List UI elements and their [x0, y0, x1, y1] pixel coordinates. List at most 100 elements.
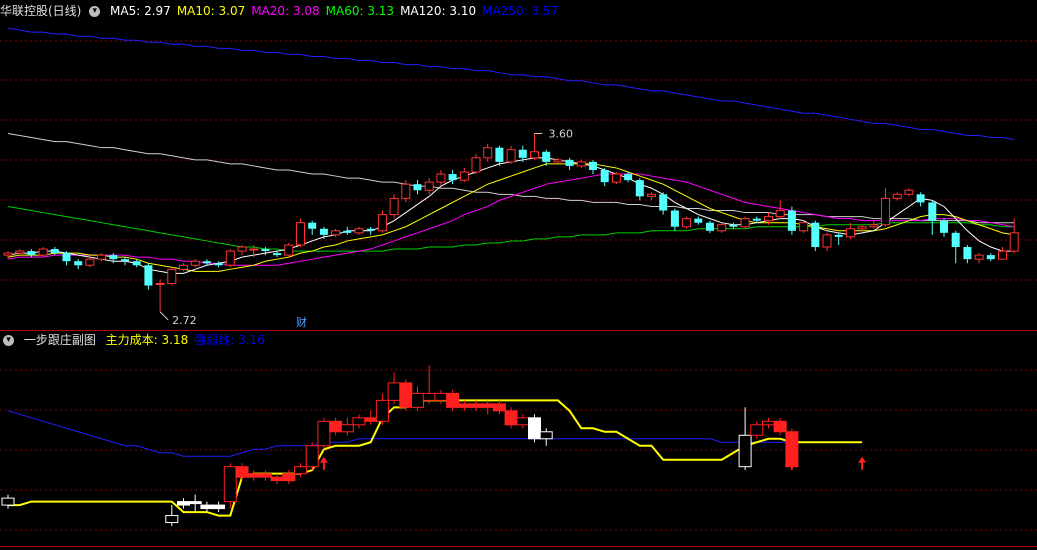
sub-candle-body [446, 392, 460, 408]
candle-body-up [483, 147, 493, 159]
sub-candle-body [375, 399, 389, 422]
candle-body-up [553, 159, 563, 163]
candle-body-down [109, 255, 118, 260]
sub-candle-body [434, 392, 448, 401]
candle-body-down [319, 228, 328, 235]
sub-candle-body [329, 420, 343, 433]
sub-candle-body [399, 382, 413, 408]
candle-body-down [273, 253, 282, 256]
candle-body-down [202, 261, 211, 264]
sub-candle-body [294, 466, 307, 475]
sub-candle-body [352, 417, 366, 426]
candle-body-down [729, 224, 738, 227]
candle-body-up [459, 171, 469, 181]
sub-candle-body [387, 382, 401, 401]
sub-candle-body [504, 410, 518, 426]
candle-body-down [787, 210, 796, 231]
candle-body-down [834, 234, 843, 237]
sub-candle-body [422, 392, 436, 401]
candle-body-down [413, 184, 422, 191]
sub-candle-body [411, 392, 424, 408]
sub-candle-body [200, 504, 214, 510]
sub-candle-body [223, 466, 237, 503]
candle-body-up [845, 228, 855, 238]
candle-body-up [775, 210, 785, 218]
candle-body-up [682, 218, 692, 228]
kline-chart[interactable]: 3.60 2.72 财 [0, 0, 1037, 550]
candle-body-up [530, 151, 539, 159]
low-price-label: 2.72 [172, 314, 197, 327]
sub-candle-body [317, 420, 331, 447]
sub-candle-body [270, 476, 284, 482]
sub-candle-body [188, 501, 202, 505]
candle-body-up [717, 224, 727, 232]
candle-body-down [132, 261, 141, 266]
sub-candle-body [773, 420, 787, 433]
finance-marker: 财 [296, 315, 307, 329]
candle-body-down [670, 210, 679, 227]
candle-body-down [706, 222, 714, 231]
candle-body-down [940, 220, 948, 233]
candle-body-up [998, 250, 1007, 260]
candle-body-down [121, 259, 129, 262]
candle-body-up [576, 161, 586, 167]
candle-body-up [296, 222, 305, 246]
candle-body-down [542, 151, 551, 162]
candle-body-up [506, 149, 516, 163]
candle-body-up [647, 193, 656, 197]
candle-body-down [495, 147, 504, 162]
sub-candle-body [340, 424, 354, 433]
sub-candle-body [481, 403, 495, 408]
buy-arrow-icon [319, 456, 328, 463]
candle-body-down [986, 255, 995, 260]
sub-candle-body [528, 417, 541, 440]
candle-body-down [144, 265, 153, 286]
candle-body-up [354, 228, 364, 234]
candle-body-down [928, 202, 937, 221]
candle-body-up [611, 173, 621, 183]
candle-body-up [857, 226, 867, 230]
candle-body-down [811, 222, 820, 248]
candle-body-down [448, 174, 457, 181]
candle-body-up [237, 246, 247, 252]
candle-body-up [167, 268, 177, 285]
sub-candle-body [457, 403, 471, 408]
sub-candle-body [235, 466, 249, 478]
sub-candle-body [282, 473, 296, 482]
sub-candle-body [539, 431, 553, 440]
candle-body-down [589, 161, 597, 170]
candle-body-up [424, 181, 434, 191]
candle-body-up [740, 218, 750, 228]
buy-arrow-icon [858, 456, 867, 463]
candle-body-up [179, 264, 188, 270]
candle-body-up [881, 197, 890, 226]
sub-candle-body [305, 445, 319, 468]
candle-body-down [951, 232, 960, 248]
candle-body-up [38, 248, 48, 256]
candle-body-up [869, 224, 879, 228]
candle-body-up [436, 173, 446, 183]
candle-body-up [764, 216, 773, 222]
candle-body-down [74, 261, 83, 266]
candle-body-down [518, 149, 527, 158]
candle-body-up [225, 250, 235, 266]
candle-body-down [214, 263, 223, 266]
candle-body-down [62, 253, 71, 262]
sub-candle-body [364, 417, 378, 422]
candle-body-up [904, 189, 914, 195]
sub-candle-body [247, 473, 261, 478]
candle-body-up [401, 183, 411, 199]
candle-body-down [343, 230, 352, 233]
candle-body-down [635, 180, 644, 197]
sub-candle-body [762, 420, 775, 426]
sub-candle-body [212, 504, 226, 510]
candle-body-down [752, 218, 761, 221]
candle-body-up [155, 283, 165, 286]
high-price-label: 3.60 [549, 127, 574, 140]
sub-candle-body [165, 515, 179, 524]
sub-candle-body [492, 403, 506, 412]
candle-body-up [3, 252, 13, 256]
ma20-line [7, 173, 1015, 266]
candle-body-up [190, 260, 200, 266]
candle-body-up [974, 254, 984, 260]
